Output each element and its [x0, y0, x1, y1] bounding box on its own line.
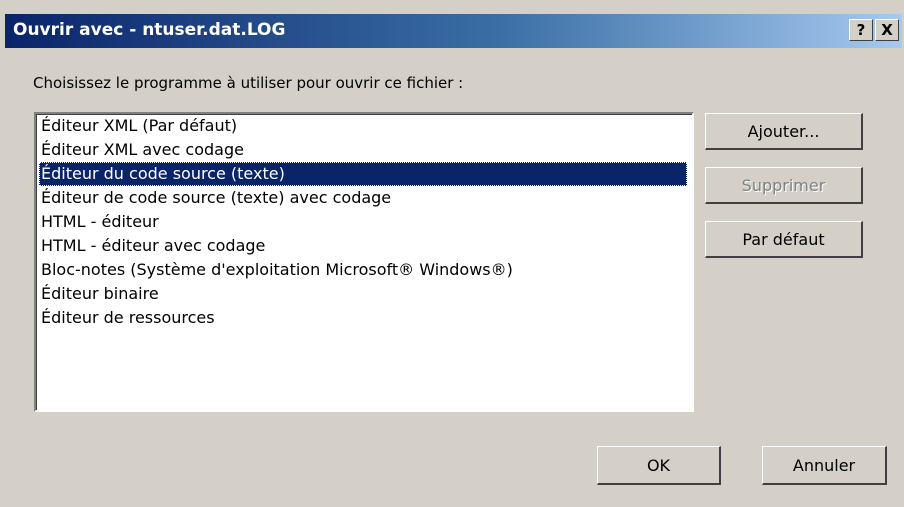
dialog-title: Ouvrir avec - ntuser.dat.LOG	[13, 20, 286, 40]
list-item[interactable]: Éditeur XML (Par défaut)	[39, 114, 241, 138]
list-item[interactable]: HTML - éditeur	[39, 210, 163, 234]
help-icon: ?	[856, 21, 866, 39]
list-item[interactable]: Éditeur XML avec codage	[39, 138, 248, 162]
remove-button[interactable]: Supprimer	[705, 167, 863, 204]
add-button[interactable]: Ajouter...	[705, 113, 863, 150]
list-item[interactable]: Bloc-notes (Système d'exploitation Micro…	[39, 258, 517, 282]
list-item[interactable]: Éditeur de code source (texte) avec coda…	[39, 186, 395, 210]
cancel-button[interactable]: Annuler	[762, 446, 887, 485]
title-bar[interactable]: Ouvrir avec - ntuser.dat.LOG ? X	[5, 14, 902, 48]
close-icon: X	[881, 21, 893, 39]
ok-button[interactable]: OK	[597, 446, 721, 485]
set-default-button[interactable]: Par défaut	[705, 221, 863, 258]
list-item[interactable]: Éditeur binaire	[39, 282, 163, 306]
close-button[interactable]: X	[875, 19, 899, 41]
instruction-label: Choisissez le programme à utiliser pour …	[33, 74, 464, 92]
open-with-dialog: Ouvrir avec - ntuser.dat.LOG ? X Choisis…	[0, 0, 904, 507]
list-item[interactable]: HTML - éditeur avec codage	[39, 234, 269, 258]
list-item[interactable]: Éditeur de ressources	[39, 306, 219, 330]
help-button[interactable]: ?	[849, 19, 873, 41]
list-item-selected[interactable]: Éditeur du code source (texte)	[39, 162, 687, 186]
program-list[interactable]: Éditeur XML (Par défaut) Éditeur XML ave…	[34, 112, 694, 412]
